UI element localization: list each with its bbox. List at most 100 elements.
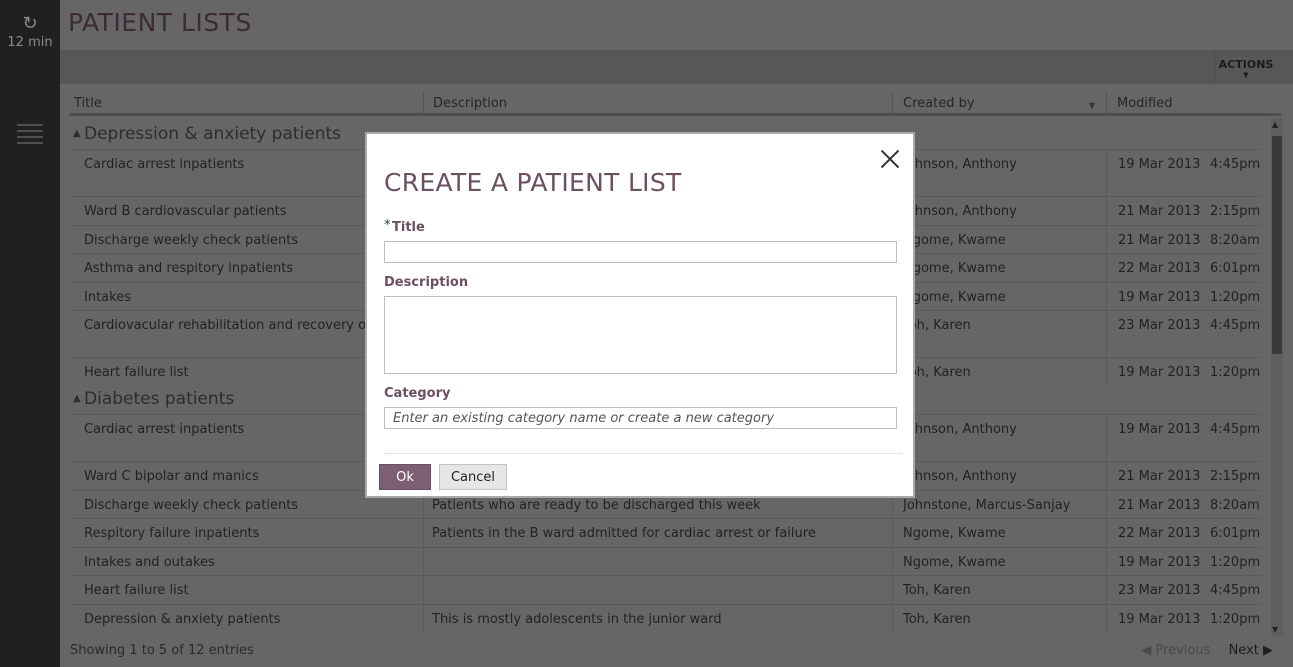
cell-modified-date: 21 Mar 2013: [1118, 497, 1201, 513]
page-title: PATIENT LISTS: [68, 8, 252, 37]
cell-modified-time: 8:20am: [1210, 497, 1260, 513]
cell-modified-date: 19 Mar 2013: [1118, 157, 1201, 172]
cell-divider: [1106, 462, 1107, 491]
cell-divider: [1106, 604, 1107, 633]
cell-divider: [1106, 311, 1107, 358]
cell-title: Heart failure list: [84, 583, 189, 598]
column-header-description[interactable]: Description: [433, 96, 507, 116]
title-label: Title: [392, 220, 425, 235]
description-textarea[interactable]: [384, 296, 897, 374]
category-input[interactable]: [384, 407, 897, 429]
cell-description: Patients in the B ward admitted for card…: [432, 526, 816, 541]
column-divider: [892, 92, 893, 116]
required-marker: *: [384, 218, 391, 233]
column-header-created-by[interactable]: Created by: [903, 96, 975, 116]
cell-divider: [1106, 150, 1107, 197]
cell-modified-time: 8:20am: [1210, 232, 1260, 248]
refresh-icon: ↻: [22, 13, 38, 34]
title-input[interactable]: [384, 241, 897, 263]
cell-modified-date: 22 Mar 2013: [1118, 261, 1201, 276]
group-label: Diabetes patients: [84, 389, 235, 409]
cell-created-by: Ngome, Kwame: [903, 526, 1006, 541]
close-icon[interactable]: [879, 148, 901, 170]
cell-divider: [423, 576, 424, 605]
cell-modified-date: 19 Mar 2013: [1118, 365, 1201, 380]
entries-status: Showing 1 to 5 of 12 entries: [70, 643, 254, 658]
cancel-button[interactable]: Cancel: [439, 464, 507, 490]
cell-divider: [423, 519, 424, 548]
cell-created-by: Johnson, Anthony: [903, 157, 1017, 172]
cell-created-by: Ngome, Kwame: [903, 232, 1006, 248]
table-row[interactable]: Heart failure list Toh, Karen 23 Mar 2013 4…: [69, 575, 1261, 605]
cell-divider: [1106, 225, 1107, 254]
previous-label: Previous: [1155, 643, 1211, 658]
left-rail: ↻ 12 min: [0, 0, 60, 667]
next-page-button[interactable]: Next ▶: [1229, 643, 1273, 658]
cell-divider: [1106, 519, 1107, 548]
table-row[interactable]: Depression & anxiety patients This is mos…: [69, 603, 1261, 633]
cell-title: Discharge weekly check patients: [84, 497, 299, 513]
cell-divider: [1106, 254, 1107, 283]
cell-modified-time: 6:01pm: [1210, 261, 1261, 276]
cell-modified-date: 19 Mar 2013: [1118, 611, 1201, 627]
ok-button[interactable]: Ok: [379, 464, 431, 490]
cell-modified-time: 1:20pm: [1210, 611, 1261, 627]
cell-modified-time: 4:45pm: [1210, 318, 1261, 333]
column-divider: [423, 92, 424, 116]
scrollbar-thumb[interactable]: [1272, 136, 1282, 354]
table-header: Title Description Created by ▼ Modified: [69, 92, 1281, 116]
caret-down-icon: ▼: [1243, 71, 1249, 79]
cell-modified-time: 4:45pm: [1210, 583, 1261, 598]
cell-description: Patients who are ready to be discharged …: [432, 497, 761, 513]
sort-caret-down-icon[interactable]: ▼: [1089, 101, 1095, 110]
cell-modified-time: 1:20pm: [1210, 554, 1261, 570]
pagination: ◀ Previous Next ▶: [1141, 643, 1273, 658]
scroll-down-icon[interactable]: ▼: [1272, 625, 1278, 634]
previous-page-button[interactable]: ◀ Previous: [1141, 643, 1210, 658]
actions-label: ACTIONS: [1218, 58, 1274, 71]
cell-modified-time: 2:15pm: [1210, 469, 1261, 484]
list-menu-icon[interactable]: [17, 124, 43, 144]
cell-modified-date: 23 Mar 2013: [1118, 318, 1201, 333]
actions-button[interactable]: ACTIONS ▼: [1214, 52, 1277, 83]
column-header-modified[interactable]: Modified: [1117, 96, 1172, 116]
cell-divider: [423, 547, 424, 576]
category-label: Category: [384, 386, 451, 401]
cell-modified-time: 2:15pm: [1210, 204, 1261, 219]
cell-modified-date: 21 Mar 2013: [1118, 469, 1201, 484]
cell-divider: [1106, 358, 1107, 385]
column-header-title[interactable]: Title: [74, 96, 102, 116]
cell-created-by: Johnson, Anthony: [903, 204, 1017, 219]
scroll-up-icon[interactable]: ▲: [1272, 120, 1278, 129]
cell-divider: [423, 604, 424, 633]
cell-title: Respitory failure inpatients: [84, 526, 260, 541]
cell-modified-time: 1:20pm: [1210, 365, 1261, 380]
cell-modified-date: 19 Mar 2013: [1118, 554, 1201, 570]
table-row[interactable]: Respitory failure inpatients Patients in …: [69, 518, 1261, 548]
cell-title: Intakes and outakes: [84, 554, 215, 570]
vertical-scrollbar[interactable]: ▲ ▼: [1271, 118, 1283, 636]
cell-created-by: Johnson, Anthony: [903, 469, 1017, 484]
cell-created-by: Ngome, Kwame: [903, 554, 1006, 570]
cell-created-by: Toh, Karen: [903, 365, 971, 380]
refresh-label: 12 min: [7, 35, 53, 50]
cell-divider: [892, 519, 893, 548]
cell-divider: [1106, 282, 1107, 311]
cell-modified-date: 21 Mar 2013: [1118, 204, 1201, 219]
cell-modified-time: 6:01pm: [1210, 526, 1261, 541]
cell-divider: [1106, 197, 1107, 226]
refresh-button[interactable]: ↻ 12 min: [0, 14, 60, 51]
table-row[interactable]: Intakes and outakes Ngome, Kwame 19 Mar 20…: [69, 546, 1261, 576]
cell-modified-time: 4:45pm: [1210, 422, 1261, 437]
collapse-triangle-icon[interactable]: ▲: [73, 393, 81, 404]
cell-modified-date: 23 Mar 2013: [1118, 583, 1201, 598]
cell-created-by: Johnson, Anthony: [903, 422, 1017, 437]
next-label: Next: [1228, 643, 1259, 658]
description-label: Description: [384, 275, 469, 290]
collapse-triangle-icon[interactable]: ▲: [73, 128, 81, 139]
cell-divider: [892, 547, 893, 576]
cell-modified-date: 21 Mar 2013: [1118, 232, 1201, 248]
dialog-title: CREATE A PATIENT LIST: [384, 168, 682, 197]
cell-modified-date: 19 Mar 2013: [1118, 289, 1201, 305]
create-patient-list-dialog: CREATE A PATIENT LIST * Title Descriptio…: [365, 132, 915, 498]
